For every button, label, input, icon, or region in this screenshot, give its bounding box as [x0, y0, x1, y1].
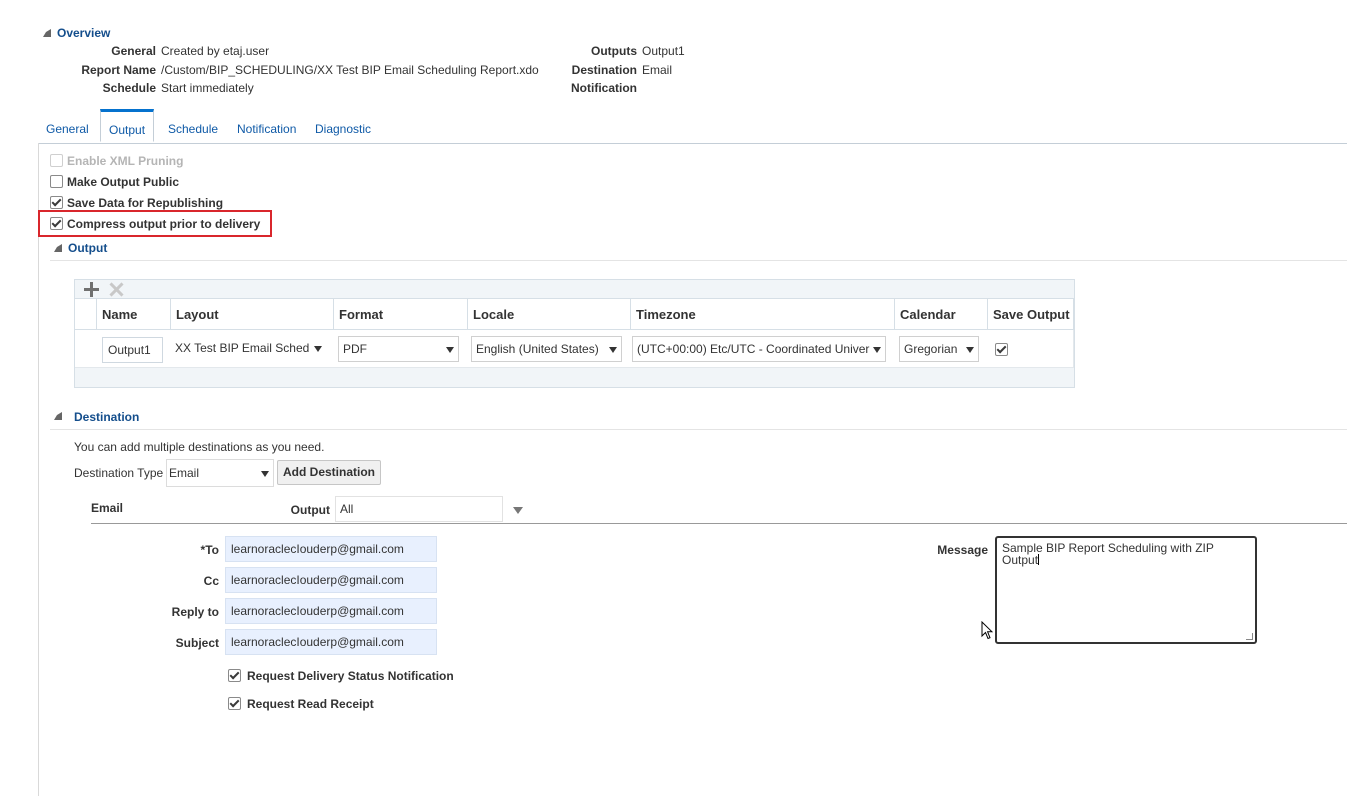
cc-input[interactable]: learnoraclecIouderp@gmail.com: [225, 567, 437, 593]
cc-label: Cc: [203, 574, 219, 588]
report-name-value: /Custom/BIP_SCHEDULING/XX Test BIP Email…: [161, 63, 539, 77]
reply-to-input[interactable]: learnoraclecIouderp@gmail.com: [225, 598, 437, 624]
destination-type-select[interactable]: Email: [166, 459, 274, 487]
read-receipt-checkbox[interactable]: [228, 697, 241, 710]
output-table: Name Layout Format Locale Timezone Calen…: [74, 279, 1075, 388]
destination-hint: You can add multiple destinations as you…: [74, 440, 325, 454]
reply-to-label: Reply to: [171, 605, 219, 619]
destination-section-toggle[interactable]: [54, 412, 62, 420]
timezone-select[interactable]: (UTC+00:00) Etc/UTC - Coordinated Univer: [632, 336, 886, 362]
delivery-status-checkbox[interactable]: [228, 669, 241, 682]
email-output-label: Output: [290, 503, 330, 517]
email-output-dropdown-icon[interactable]: [513, 507, 523, 514]
layout-select[interactable]: XX Test BIP Email Sched: [171, 336, 326, 362]
to-input[interactable]: learnoraclecIouderp@gmail.com: [225, 536, 437, 562]
add-row-icon[interactable]: [83, 281, 100, 298]
col-calendar-header[interactable]: Calendar: [895, 298, 988, 330]
destination-section-divider: [50, 429, 1347, 430]
general-value: Created by etaj.user: [161, 44, 270, 58]
save-output-checkbox[interactable]: [995, 343, 1008, 356]
col-save-output-header[interactable]: Save Output: [988, 298, 1074, 330]
enable-xml-pruning-label: Enable XML Pruning: [67, 154, 184, 168]
col-name-header[interactable]: Name: [97, 298, 171, 330]
format-select[interactable]: PDF: [338, 336, 459, 362]
row-selector-header: [75, 298, 97, 330]
output-section-divider: [50, 260, 1347, 261]
make-output-public-checkbox[interactable]: [50, 175, 63, 188]
format-select-value: PDF: [343, 342, 367, 356]
outputs-label: Outputs: [591, 44, 637, 58]
tab-diagnostic[interactable]: Diagnostic: [315, 122, 371, 136]
col-format-header[interactable]: Format: [334, 298, 468, 330]
overview-title[interactable]: Overview: [57, 26, 110, 40]
save-data-checkbox[interactable]: [50, 196, 63, 209]
destination-type-label: Destination Type: [74, 466, 164, 480]
compress-output-highlight: [38, 210, 272, 237]
calendar-select[interactable]: Gregorian: [899, 336, 979, 362]
tab-schedule[interactable]: Schedule: [168, 122, 218, 136]
mouse-cursor-icon: [981, 620, 994, 643]
locale-select[interactable]: English (United States): [471, 336, 622, 362]
email-output-select[interactable]: All: [335, 496, 503, 522]
subject-label: Subject: [175, 636, 219, 650]
email-title: Email: [91, 501, 124, 515]
output-section-title[interactable]: Output: [68, 241, 107, 255]
delivery-status-label: Request Delivery Status Notification: [247, 669, 454, 683]
schedule-value: Start immediately: [161, 81, 254, 95]
save-data-label: Save Data for Republishing: [67, 196, 224, 210]
resize-handle-icon[interactable]: [1246, 633, 1253, 640]
col-locale-header[interactable]: Locale: [468, 298, 631, 330]
report-name-label: Report Name: [81, 63, 156, 77]
add-destination-button[interactable]: Add Destination: [277, 460, 381, 485]
calendar-select-value: Gregorian: [904, 342, 958, 356]
make-output-public-label: Make Output Public: [67, 175, 180, 189]
schedule-label: Schedule: [102, 81, 156, 95]
content-left-border: [38, 143, 39, 796]
timezone-select-value: (UTC+00:00) Etc/UTC - Coordinated Univer: [637, 342, 870, 356]
tab-output[interactable]: Output: [100, 109, 155, 142]
tab-general[interactable]: General: [46, 122, 89, 136]
general-label: General: [111, 44, 156, 58]
destination-label: Destination: [571, 63, 637, 77]
output-section-toggle[interactable]: [54, 244, 62, 252]
destination-value: Email: [642, 63, 673, 77]
enable-xml-pruning-checkbox[interactable]: [50, 154, 63, 167]
layout-select-value: XX Test BIP Email Sched: [175, 341, 310, 355]
col-layout-header[interactable]: Layout: [171, 298, 334, 330]
read-receipt-label: Request Read Receipt: [247, 697, 374, 711]
to-label: *To: [200, 543, 219, 557]
email-divider: [91, 523, 1347, 524]
outputs-value: Output1: [642, 44, 685, 58]
subject-input[interactable]: learnoraclecIouderp@gmail.com: [225, 629, 437, 655]
message-label: Message: [937, 543, 988, 557]
col-timezone-header[interactable]: Timezone: [631, 298, 895, 330]
output-name-input[interactable]: Output1: [102, 337, 163, 363]
delete-row-icon[interactable]: [108, 281, 125, 298]
tab-notification[interactable]: Notification: [237, 122, 296, 136]
destination-type-value: Email: [169, 466, 200, 480]
tab-bar: General Output Schedule Notification Dia…: [38, 109, 1347, 144]
destination-section-title[interactable]: Destination: [74, 410, 139, 424]
message-textarea[interactable]: Sample BIP Report Scheduling with ZIP Ou…: [995, 536, 1257, 644]
message-text: Sample BIP Report Scheduling with ZIP Ou…: [1002, 541, 1214, 567]
notification-label: Notification: [571, 81, 637, 95]
overview-toggle[interactable]: [43, 29, 51, 37]
email-output-value: All: [340, 502, 354, 516]
locale-select-value: English (United States): [476, 342, 599, 356]
